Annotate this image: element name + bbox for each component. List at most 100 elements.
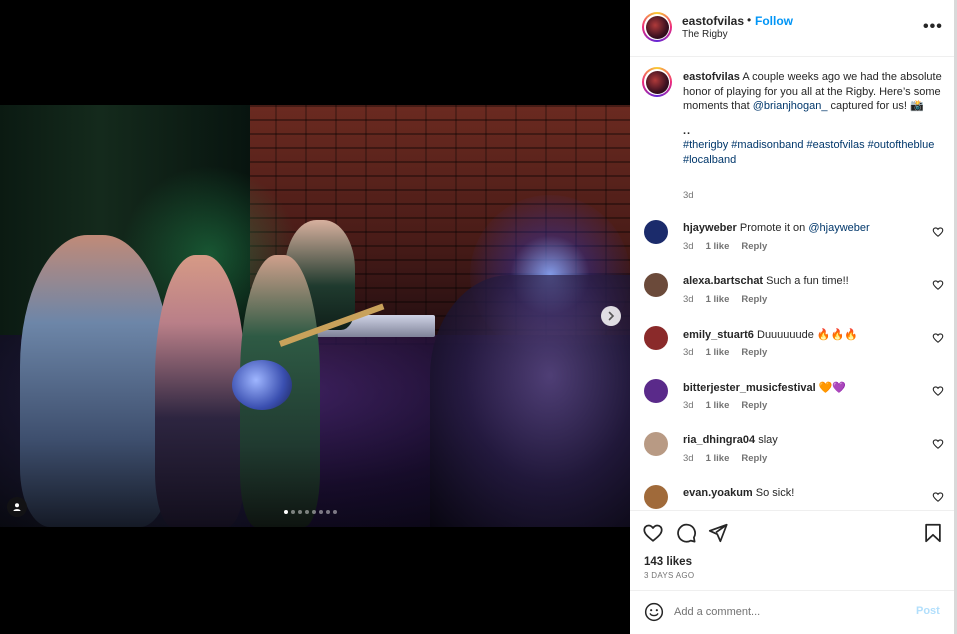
comment-text: hjayweber Promote it on @hjayweber (683, 222, 923, 234)
heart-icon[interactable] (932, 226, 944, 238)
caption-text-end: captured for us! 📸 (827, 100, 924, 112)
caption-timestamp: 3d (683, 190, 694, 201)
commenter-avatar[interactable] (644, 432, 668, 456)
emoji-smiley-icon[interactable] (644, 602, 664, 622)
comment-meta: 3d 1 like Reply (683, 347, 767, 358)
comment-time: 3d (683, 347, 694, 358)
carousel-dot (291, 510, 295, 514)
commenter-username[interactable]: evan.yoakum (683, 487, 753, 499)
reply-button[interactable]: Reply (741, 241, 767, 252)
comment-likes[interactable]: 1 like (706, 400, 730, 411)
user-icon (13, 503, 21, 511)
comment-item: evan.yoakum So sick! (630, 479, 954, 510)
post-side-panel: eastofvilas • Follow The Rigby ••• easto… (630, 0, 954, 634)
commenter-username[interactable]: ria_dhingra04 (683, 434, 755, 446)
comment-likes[interactable]: 1 like (706, 453, 730, 464)
commenter-avatar[interactable] (644, 379, 668, 403)
post-comment-button[interactable]: Post (916, 605, 940, 617)
post-photo[interactable] (0, 105, 630, 527)
chevron-right-icon (608, 311, 615, 321)
follow-button[interactable]: Follow (755, 14, 793, 28)
comment-body: Promote it on (736, 222, 809, 234)
carousel-dot (305, 510, 309, 514)
media-area (0, 0, 630, 634)
comment-likes[interactable]: 1 like (706, 294, 730, 305)
comment-item: alexa.bartschat Such a fun time!! 3d 1 lik… (630, 267, 954, 317)
likes-count[interactable]: 143 likes (644, 556, 692, 568)
lead-singer (20, 235, 170, 527)
commenter-avatar[interactable] (644, 485, 668, 509)
commenter-avatar[interactable] (644, 220, 668, 244)
heart-icon[interactable] (932, 438, 944, 450)
reply-button[interactable]: Reply (741, 453, 767, 464)
carousel-indicator (284, 510, 337, 514)
audience (430, 275, 630, 527)
carousel-dot (319, 510, 323, 514)
caption-dots: .. (683, 124, 692, 137)
comment-item: bitterjester_musicfestival 🧡💜 3d 1 like Rep… (630, 373, 954, 423)
comment-body: So sick! (752, 487, 795, 499)
guitar (232, 360, 292, 410)
instagram-post-modal: eastofvilas • Follow The Rigby ••• easto… (0, 0, 957, 634)
comment-body: slay (755, 434, 778, 446)
commenter-username[interactable]: bitterjester_musicfestival (683, 382, 816, 394)
commenter-avatar[interactable] (644, 326, 668, 350)
commenter-avatar[interactable] (644, 273, 668, 297)
heart-icon[interactable] (932, 385, 944, 397)
post-header: eastofvilas • Follow The Rigby ••• (630, 0, 954, 57)
carousel-dot (326, 510, 330, 514)
heart-icon[interactable] (932, 332, 944, 344)
comment-body: 🧡💜 (815, 382, 847, 394)
caption-hashtags[interactable]: #therigby #madisonband #eastofvilas #out… (683, 138, 945, 167)
caption-author-avatar[interactable] (642, 67, 672, 97)
heart-icon[interactable] (642, 522, 664, 544)
location-link[interactable]: The Rigby (682, 29, 728, 40)
comment-bubble-icon[interactable] (675, 522, 697, 544)
comment-item: emily_stuart6 Duuuuuude 🔥🔥🔥 3d 1 like Reply (630, 320, 954, 370)
bookmark-icon[interactable] (922, 522, 944, 544)
comment-meta: 3d 1 like Reply (683, 241, 767, 252)
caption-mention[interactable]: @brianjhogan_ (753, 100, 828, 112)
comments-section[interactable]: eastofvilas A couple weeks ago we had th… (630, 57, 954, 510)
comment-time: 3d (683, 294, 694, 305)
heart-icon[interactable] (932, 279, 944, 291)
carousel-next-button[interactable] (601, 306, 621, 326)
tagged-users-button[interactable] (7, 497, 27, 517)
comment-body: Such a fun time!! (763, 275, 849, 287)
reply-button[interactable]: Reply (741, 347, 767, 358)
commenter-username[interactable]: emily_stuart6 (683, 329, 754, 341)
heart-icon[interactable] (932, 491, 944, 503)
comment-item: hjayweber Promote it on @hjayweber 3d 1 li… (630, 214, 954, 264)
caption-username[interactable]: eastofvilas (683, 71, 740, 83)
comment-likes[interactable]: 1 like (706, 347, 730, 358)
comment-likes[interactable]: 1 like (706, 241, 730, 252)
add-comment-bar: Post (630, 590, 954, 634)
comment-meta: 3d 1 like Reply (683, 453, 767, 464)
post-date: 3 DAYS AGO (644, 571, 695, 580)
comment-text: ria_dhingra04 slay (683, 434, 923, 446)
commenter-username[interactable]: alexa.bartschat (683, 275, 763, 287)
paper-plane-icon[interactable] (707, 522, 729, 544)
comment-item: ria_dhingra04 slay 3d 1 like Reply (630, 426, 954, 476)
reply-button[interactable]: Reply (741, 400, 767, 411)
comment-time: 3d (683, 241, 694, 252)
post-caption: eastofvilas A couple weeks ago we had th… (683, 70, 945, 167)
carousel-dot (298, 510, 302, 514)
carousel-dot (284, 510, 288, 514)
carousel-dot (312, 510, 316, 514)
comment-time: 3d (683, 453, 694, 464)
comment-meta: 3d 1 like Reply (683, 294, 767, 305)
comment-input[interactable] (674, 603, 904, 621)
comment-mention[interactable]: @hjayweber (808, 222, 869, 234)
commenter-username[interactable]: hjayweber (683, 222, 737, 234)
comment-body: Duuuuuude 🔥🔥🔥 (753, 329, 859, 341)
reply-button[interactable]: Reply (741, 294, 767, 305)
singer (155, 255, 245, 527)
more-options-icon[interactable]: ••• (923, 18, 943, 36)
comment-text: bitterjester_musicfestival 🧡💜 (683, 381, 923, 394)
separator-dot: • (747, 13, 752, 27)
author-username[interactable]: eastofvilas (682, 14, 744, 28)
author-avatar[interactable] (642, 12, 672, 42)
carousel-dot (333, 510, 337, 514)
comment-time: 3d (683, 400, 694, 411)
